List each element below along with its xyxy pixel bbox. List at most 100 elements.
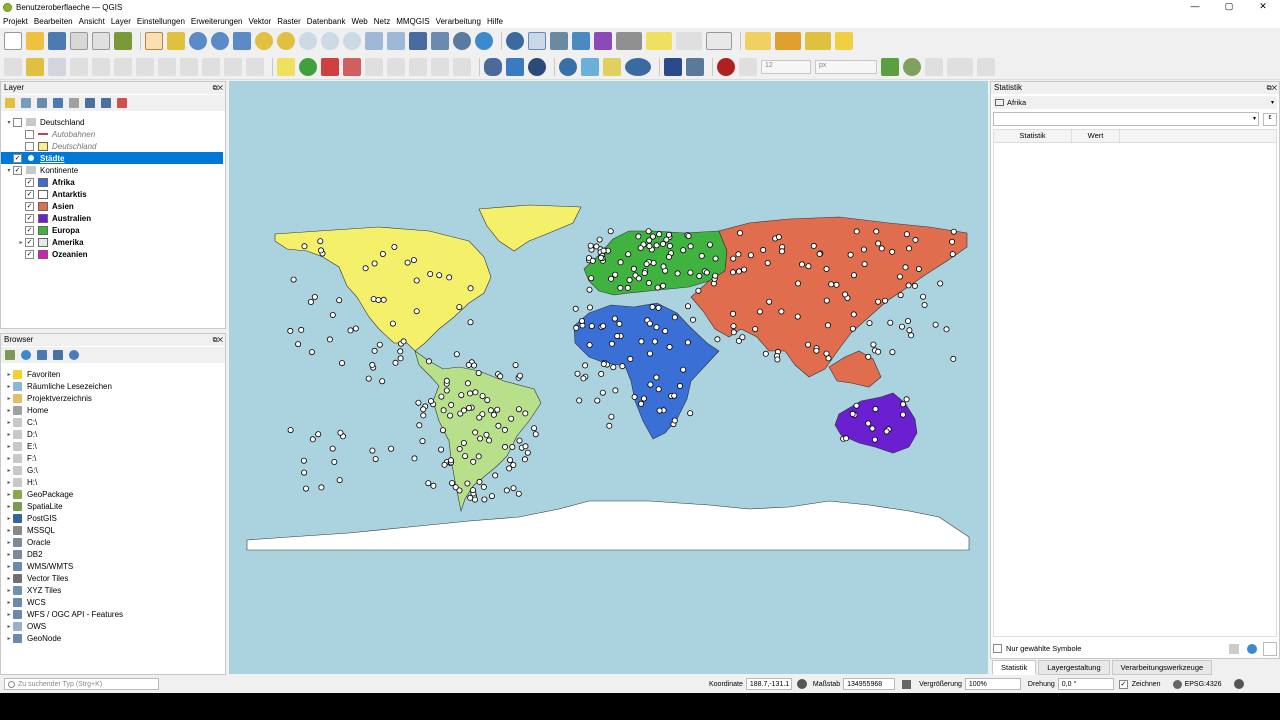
pin-labels-icon[interactable] xyxy=(343,57,361,76)
wfs-icon[interactable] xyxy=(506,57,524,76)
city-marker[interactable] xyxy=(467,494,474,501)
expand-arrow-icon[interactable]: ▸ xyxy=(5,443,13,450)
layer-item[interactable]: ✓ Städte xyxy=(1,152,223,164)
city-marker[interactable] xyxy=(779,248,786,255)
layer-item[interactable]: ✓ Asien xyxy=(1,200,223,212)
city-marker[interactable] xyxy=(640,395,647,402)
statistical-summary-icon[interactable] xyxy=(594,32,612,50)
menu-web[interactable]: Web xyxy=(348,17,370,26)
city-marker[interactable] xyxy=(486,437,493,444)
decorations-icon[interactable] xyxy=(676,32,702,50)
city-marker[interactable] xyxy=(865,353,872,360)
bookmark-icon[interactable] xyxy=(409,32,427,50)
city-marker[interactable] xyxy=(714,336,721,343)
city-marker[interactable] xyxy=(492,472,499,479)
city-marker[interactable] xyxy=(476,478,483,485)
city-marker[interactable] xyxy=(287,327,294,334)
help-icon[interactable] xyxy=(664,57,682,76)
city-marker[interactable] xyxy=(665,253,672,260)
city-marker[interactable] xyxy=(680,366,687,373)
maximize-button[interactable]: ▢ xyxy=(1212,0,1246,14)
paste-features-icon[interactable] xyxy=(202,57,220,76)
layer-item[interactable]: ✓ Europa xyxy=(1,224,223,236)
city-marker[interactable] xyxy=(515,490,522,497)
style-manager-icon[interactable] xyxy=(114,32,132,50)
select-by-expression-icon[interactable] xyxy=(775,32,801,50)
map-canvas[interactable] xyxy=(229,81,988,674)
layer-item[interactable]: ✓ Afrika xyxy=(1,176,223,188)
expand-arrow-icon[interactable]: ▸ xyxy=(5,515,13,522)
city-marker[interactable] xyxy=(619,363,626,370)
move-label-icon[interactable] xyxy=(387,57,405,76)
city-marker[interactable] xyxy=(331,458,338,465)
city-marker[interactable] xyxy=(438,393,445,400)
browser-item[interactable]: ▸ D:\ xyxy=(1,428,37,440)
pan-to-selection-icon[interactable] xyxy=(167,32,185,50)
city-marker[interactable] xyxy=(649,233,656,240)
city-marker[interactable] xyxy=(441,461,448,468)
layer-visibility-checkbox[interactable] xyxy=(13,117,22,127)
city-marker[interactable] xyxy=(646,350,653,357)
city-marker[interactable] xyxy=(739,334,746,341)
city-marker[interactable] xyxy=(626,276,633,283)
layer-item[interactable]: Autobahnen xyxy=(1,128,223,140)
city-marker[interactable] xyxy=(521,456,528,463)
world-map[interactable] xyxy=(229,81,988,674)
city-marker[interactable] xyxy=(301,243,308,250)
city-marker[interactable] xyxy=(842,291,849,298)
browser-item[interactable]: ▸ GeoNode xyxy=(1,632,61,644)
expand-arrow-icon[interactable]: ▸ xyxy=(5,527,13,534)
save-project-icon[interactable] xyxy=(48,32,66,50)
city-marker[interactable] xyxy=(413,308,420,315)
city-marker[interactable] xyxy=(516,437,523,444)
city-marker[interactable] xyxy=(458,392,465,399)
city-marker[interactable] xyxy=(638,400,645,407)
expand-arrow-icon[interactable]: ▸ xyxy=(5,419,13,426)
expand-arrow-icon[interactable]: ▸ xyxy=(5,455,13,462)
city-marker[interactable] xyxy=(475,370,482,377)
expand-arrow-icon[interactable]: ▸ xyxy=(5,383,13,390)
city-marker[interactable] xyxy=(600,247,607,254)
expand-arrow-icon[interactable]: ▸ xyxy=(5,635,13,642)
copy-icon[interactable] xyxy=(1229,644,1239,654)
city-marker[interactable] xyxy=(778,308,785,315)
globe-icon[interactable] xyxy=(528,57,546,76)
city-marker[interactable] xyxy=(646,320,653,327)
city-marker[interactable] xyxy=(532,431,539,438)
city-marker[interactable] xyxy=(465,361,472,368)
manage-visibility-icon[interactable] xyxy=(37,98,47,108)
city-marker[interactable] xyxy=(903,396,910,403)
expand-arrow-icon[interactable]: ▸ xyxy=(5,431,13,438)
advanced-digitizing-icon[interactable] xyxy=(977,57,995,76)
rotate-icon[interactable] xyxy=(625,57,651,76)
city-marker[interactable] xyxy=(712,255,719,262)
city-marker[interactable] xyxy=(477,435,484,442)
new-3d-view-icon[interactable] xyxy=(387,32,405,50)
city-marker[interactable] xyxy=(635,275,642,282)
city-marker[interactable] xyxy=(308,349,315,356)
city-marker[interactable] xyxy=(469,487,476,494)
temporal-controller-icon[interactable] xyxy=(453,32,471,50)
city-marker[interactable] xyxy=(315,431,322,438)
filter-expression-icon[interactable] xyxy=(69,98,79,108)
show-bookmarks-icon[interactable] xyxy=(431,32,449,50)
city-marker[interactable] xyxy=(666,343,673,350)
rotation-field[interactable]: 0,0 ° xyxy=(1057,678,1114,690)
minimize-button[interactable]: — xyxy=(1178,0,1212,14)
city-marker[interactable] xyxy=(391,243,398,250)
city-marker[interactable] xyxy=(645,228,652,235)
city-marker[interactable] xyxy=(660,263,667,270)
expand-arrow-icon[interactable]: ▸ xyxy=(5,575,13,582)
city-marker[interactable] xyxy=(775,233,782,240)
city-marker[interactable] xyxy=(488,493,495,500)
layer-item[interactable]: ▸ ✓ Amerika xyxy=(1,236,223,248)
continent-africa[interactable] xyxy=(573,302,720,440)
city-marker[interactable] xyxy=(594,397,601,404)
expand-arrow-icon[interactable]: ▸ xyxy=(5,371,13,378)
city-marker[interactable] xyxy=(365,375,372,382)
render-checkbox[interactable]: ✓ xyxy=(1118,679,1128,689)
city-marker[interactable] xyxy=(860,246,867,253)
city-marker[interactable] xyxy=(611,315,618,322)
city-marker[interactable] xyxy=(851,272,858,279)
city-marker[interactable] xyxy=(588,323,595,330)
